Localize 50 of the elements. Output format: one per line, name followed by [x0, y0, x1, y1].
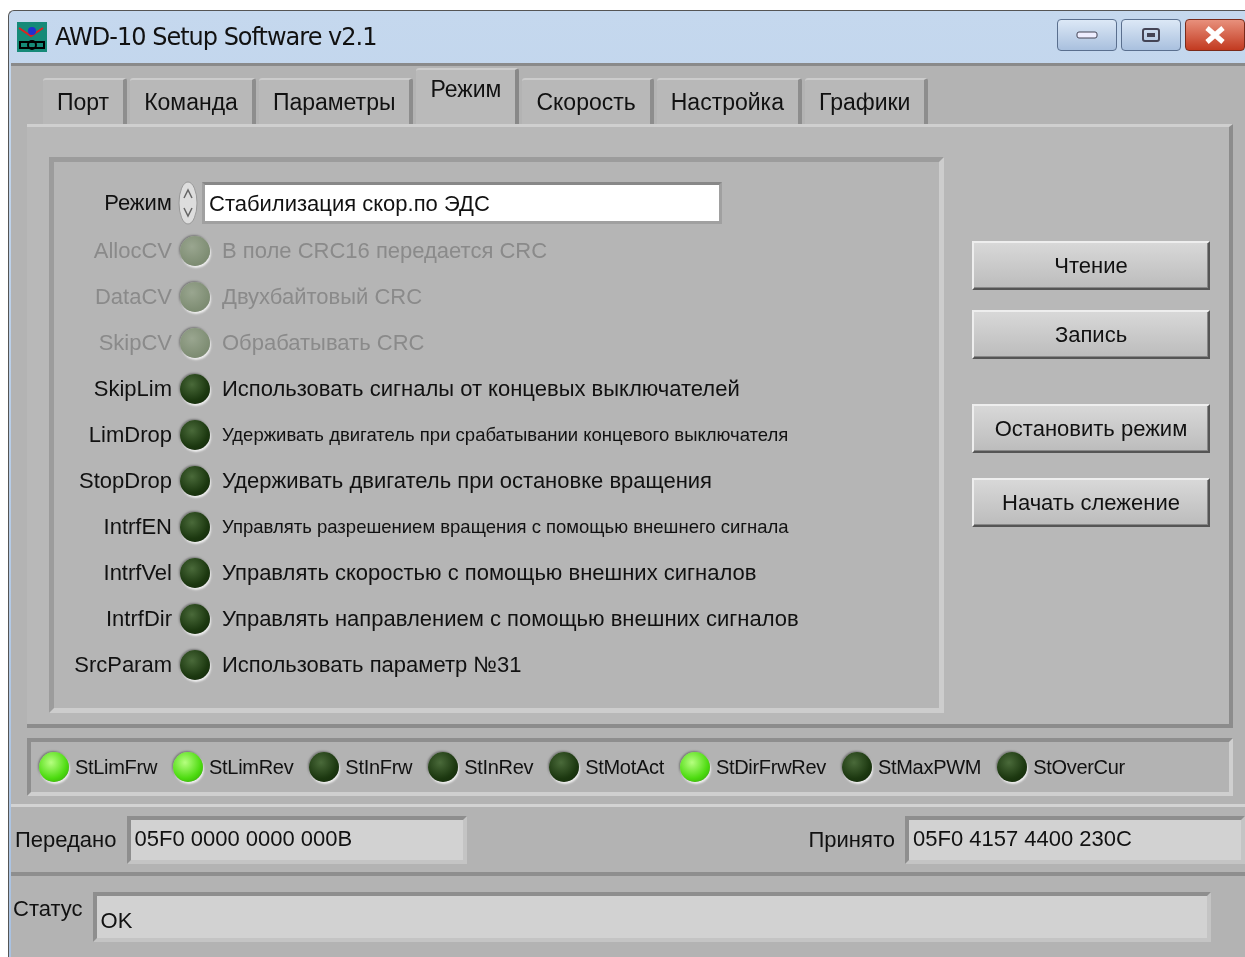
app-icon [17, 22, 47, 52]
maximize-icon [1142, 28, 1160, 42]
minimize-icon [1076, 31, 1098, 39]
tab[interactable]: Настройка [656, 78, 802, 124]
status-label: Статус [13, 896, 83, 922]
received-field: 05F0 4157 4400 230C [905, 815, 1245, 864]
sent-label: Передано [15, 826, 117, 853]
flag-label: IntrfEN [102, 514, 172, 540]
flag-description: Использовать сигналы от концевых выключателей [222, 376, 740, 402]
action-button[interactable]: Остановить режим [972, 404, 1210, 453]
tab[interactable]: Режим [416, 68, 520, 124]
indicator-label: StMotAct [585, 755, 664, 779]
action-button[interactable]: Запись [972, 310, 1210, 359]
action-button[interactable]: Чтение [972, 241, 1210, 290]
flag-label: SrcParam [73, 652, 172, 678]
flag-description: Управлять скоростью с помощью внешних сигналов [222, 560, 757, 586]
flag-label: StopDrop [78, 468, 172, 494]
received-label: Принято [808, 826, 895, 853]
flag-label: IntrfDir [105, 606, 172, 632]
indicator-label: StInRev [464, 755, 534, 779]
window-title: AWD-10 Setup Software v2.1 [55, 23, 377, 51]
tab[interactable]: Графики [804, 78, 929, 124]
flag-label: IntrfVel [102, 560, 172, 586]
indicator-label: StInFrw [345, 755, 413, 779]
indicator-label: StLimRev [209, 755, 294, 779]
mode-label: Режим [103, 190, 172, 216]
tab[interactable]: Команда [130, 78, 256, 124]
tab[interactable]: Скорость [522, 78, 654, 124]
flag-label: LimDrop [87, 422, 172, 448]
maximize-button[interactable] [1121, 19, 1181, 51]
close-button[interactable] [1185, 19, 1245, 51]
flag-description: Удерживать двигатель при срабатывании концевого выключателя [222, 424, 789, 446]
flag-label: SkipLim [92, 376, 172, 402]
flag-description: Управлять направлением с помощью внешних сигналов [222, 606, 799, 632]
status-field: OK [92, 892, 1211, 942]
sent-field: 05F0 0000 0000 000B [126, 815, 467, 864]
flag-description: Использовать параметр №31 [222, 652, 522, 678]
indicator-label: StDirFrwRev [715, 755, 826, 779]
flag-description: Управлять разрешением вращения с помощью внешнего сигнала [222, 516, 789, 538]
flag-description: Удерживать двигатель при остановке вращения [222, 468, 712, 494]
indicator-label: StLimFrw [75, 755, 158, 779]
minimize-button[interactable] [1057, 19, 1117, 51]
mode-field[interactable]: Стабилизация скор.по ЭДС [202, 182, 722, 224]
indicator-label: StMaxPWM [877, 755, 982, 779]
tab[interactable]: Параметры [258, 78, 414, 124]
tab[interactable]: Порт [43, 78, 128, 124]
spinner-icon[interactable] [178, 181, 198, 225]
indicator-label: StOverCur [1033, 755, 1125, 779]
close-icon [1203, 26, 1227, 44]
action-button[interactable]: Начать слежение [972, 478, 1210, 527]
